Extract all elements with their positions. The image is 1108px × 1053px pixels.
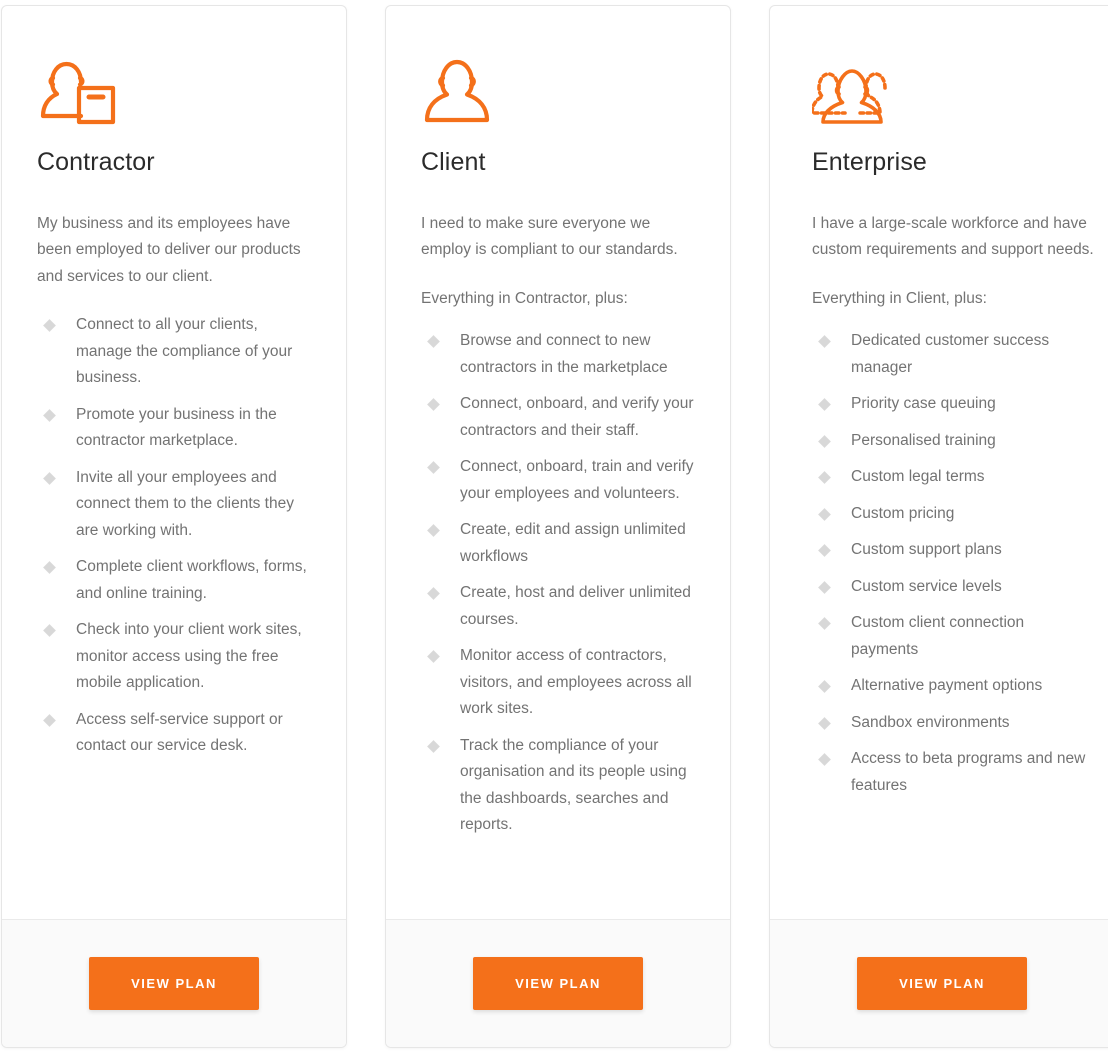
diamond-bullet-icon: [427, 461, 440, 475]
diamond-bullet-icon: [818, 398, 831, 412]
plan-title: Enterprise: [812, 148, 927, 176]
plan-title: Client: [421, 148, 486, 176]
list-item: Custom service levels: [818, 574, 1094, 601]
diamond-bullet-icon: [818, 434, 831, 448]
view-plan-button[interactable]: View Plan: [89, 957, 259, 1010]
plan-description: My business and its employees have been …: [37, 214, 301, 285]
feature-text: Track the compliance of your organisatio…: [460, 736, 687, 834]
feature-text: Connect to all your clients, manage the …: [76, 316, 293, 387]
feature-text: Alternative payment options: [851, 677, 1043, 695]
diamond-bullet-icon: [818, 617, 831, 631]
plan-intro-text: Everything in Client, plus:: [812, 289, 987, 307]
plan-card-footer: View Plan: [770, 919, 1108, 1047]
plan-card-enterprise[interactable]: Enterprise I have a large-scale workforc…: [769, 5, 1108, 1048]
diamond-bullet-icon: [818, 471, 831, 485]
list-item: Connect, onboard, and verify your contra…: [427, 391, 696, 444]
feature-text: Dedicated customer success manager: [851, 332, 1050, 376]
single-person-icon: [421, 50, 696, 128]
plan-card-footer: View Plan: [386, 919, 730, 1047]
diamond-bullet-icon: [427, 524, 440, 538]
diamond-bullet-icon: [818, 507, 831, 521]
list-item: Create, edit and assign unlimited workfl…: [427, 517, 696, 570]
diamond-bullet-icon: [427, 739, 440, 753]
list-item: Monitor access of contractors, visitors,…: [427, 643, 696, 723]
feature-text: Custom legal terms: [851, 468, 985, 486]
list-item: Create, host and deliver unlimited cours…: [427, 580, 696, 633]
feature-text: Access self-service support or contact o…: [76, 710, 283, 755]
diamond-bullet-icon: [818, 580, 831, 594]
plan-feature-list: Connect to all your clients, manage the …: [37, 312, 312, 760]
view-plan-button[interactable]: View Plan: [857, 957, 1027, 1010]
feature-text: Create, host and deliver unlimited cours…: [460, 584, 691, 628]
plan-title: Contractor: [37, 148, 155, 176]
diamond-bullet-icon: [43, 561, 56, 575]
diamond-bullet-icon: [818, 335, 831, 349]
feature-text: Custom service levels: [851, 577, 1002, 595]
diamond-bullet-icon: [43, 319, 56, 333]
feature-text: Browse and connect to new contractors in…: [460, 332, 668, 376]
list-item: Custom pricing: [818, 501, 1094, 528]
list-item: Access self-service support or contact o…: [43, 707, 312, 760]
plan-card-contractor[interactable]: Contractor My business and its employees…: [1, 5, 347, 1048]
plan-card-body: Enterprise I have a large-scale workforc…: [770, 6, 1108, 919]
list-item: Custom support plans: [818, 537, 1094, 564]
plan-description: I need to make sure everyone we employ i…: [421, 214, 678, 259]
plan-description: I have a large-scale workforce and have …: [812, 214, 1094, 259]
feature-text: Check into your client work sites, monit…: [76, 621, 302, 692]
list-item: Access to beta programs and new features: [818, 746, 1094, 799]
plan-feature-list: Browse and connect to new contractors in…: [421, 328, 696, 839]
person-with-toolbox-icon: [37, 50, 312, 128]
list-item: Priority case queuing: [818, 391, 1094, 418]
list-item: Invite all your employees and connect th…: [43, 465, 312, 545]
feature-text: Sandbox environments: [851, 713, 1010, 731]
list-item: Track the compliance of your organisatio…: [427, 733, 696, 839]
diamond-bullet-icon: [427, 587, 440, 601]
list-item: Custom client connection payments: [818, 610, 1094, 663]
list-item: Personalised training: [818, 428, 1094, 455]
plan-intro-text: Everything in Contractor, plus:: [421, 289, 628, 307]
feature-text: Connect, onboard, train and verify your …: [460, 458, 694, 502]
feature-text: Access to beta programs and new features: [851, 750, 1086, 794]
diamond-bullet-icon: [43, 408, 56, 422]
list-item: Custom legal terms: [818, 464, 1094, 491]
list-item: Connect, onboard, train and verify your …: [427, 454, 696, 507]
feature-text: Create, edit and assign unlimited workfl…: [460, 521, 686, 565]
diamond-bullet-icon: [427, 650, 440, 664]
plan-card-client[interactable]: Client I need to make sure everyone we e…: [385, 5, 731, 1048]
feature-text: Custom support plans: [851, 541, 1002, 559]
plan-card-footer: View Plan: [2, 919, 346, 1047]
feature-text: Connect, onboard, and verify your contra…: [460, 395, 694, 439]
feature-text: Invite all your employees and connect th…: [76, 468, 294, 539]
diamond-bullet-icon: [43, 471, 56, 485]
feature-text: Monitor access of contractors, visitors,…: [460, 647, 692, 718]
diamond-bullet-icon: [427, 398, 440, 412]
list-item: Sandbox environments: [818, 710, 1094, 737]
list-item: Browse and connect to new contractors in…: [427, 328, 696, 381]
diamond-bullet-icon: [427, 335, 440, 349]
list-item: Dedicated customer success manager: [818, 328, 1094, 381]
pricing-plan-cards: Contractor My business and its employees…: [0, 0, 1108, 1053]
feature-text: Custom client connection payments: [851, 614, 1025, 658]
list-item: Promote your business in the contractor …: [43, 402, 312, 455]
feature-text: Complete client workflows, forms, and on…: [76, 558, 307, 602]
feature-text: Custom pricing: [851, 504, 955, 522]
plan-card-body: Contractor My business and its employees…: [2, 6, 346, 919]
diamond-bullet-icon: [818, 716, 831, 730]
diamond-bullet-icon: [818, 753, 831, 767]
feature-text: Priority case queuing: [851, 395, 996, 413]
view-plan-button[interactable]: View Plan: [473, 957, 643, 1010]
feature-text: Personalised training: [851, 431, 996, 449]
diamond-bullet-icon: [818, 680, 831, 694]
plan-feature-list: Dedicated customer success manager Prior…: [812, 328, 1094, 799]
diamond-bullet-icon: [43, 624, 56, 638]
list-item: Complete client workflows, forms, and on…: [43, 554, 312, 607]
list-item: Connect to all your clients, manage the …: [43, 312, 312, 392]
feature-text: Promote your business in the contractor …: [76, 405, 277, 450]
diamond-bullet-icon: [43, 713, 56, 727]
plan-card-body: Client I need to make sure everyone we e…: [386, 6, 730, 919]
list-item: Alternative payment options: [818, 673, 1094, 700]
group-of-people-icon: [812, 50, 1094, 128]
list-item: Check into your client work sites, monit…: [43, 617, 312, 697]
diamond-bullet-icon: [818, 544, 831, 558]
